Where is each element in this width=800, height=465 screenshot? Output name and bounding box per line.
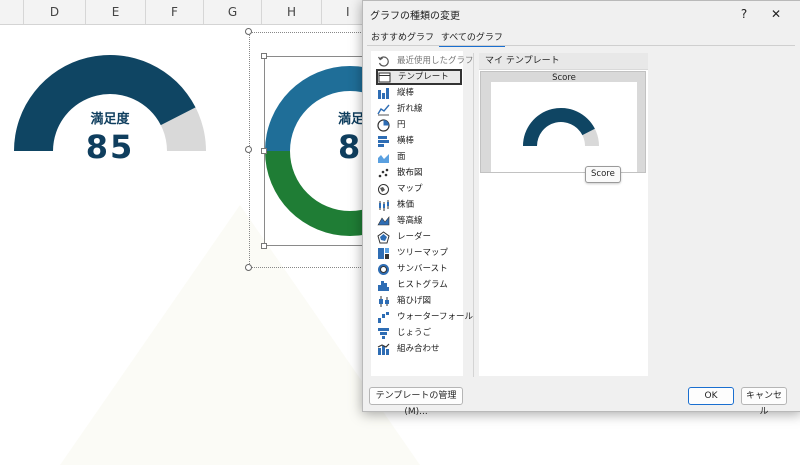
column-chart-icon <box>378 88 389 99</box>
template-tile-score[interactable]: Score <box>480 71 646 173</box>
corner-cell[interactable] <box>0 0 24 24</box>
funnel-chart-icon <box>378 328 389 339</box>
template-gallery: マイ テンプレート Score Score <box>479 53 648 376</box>
column-header-e[interactable]: E <box>86 0 146 24</box>
manage-templates-button[interactable]: テンプレートの管理(M)... <box>369 387 463 417</box>
chart-type-label: 最近使用したグラフ <box>397 56 474 66</box>
radar-chart-icon <box>377 231 390 244</box>
chart-type-label: ツリーマップ <box>397 248 449 258</box>
chart-type-label: 折れ線 <box>397 104 423 114</box>
chart-type-label: ヒストグラム <box>397 280 448 290</box>
bar-chart-icon <box>378 136 389 147</box>
chart-type-label: 株価 <box>397 200 415 210</box>
chart-type-map[interactable]: マップ <box>375 182 461 197</box>
chart-type-template[interactable]: テンプレート <box>376 69 462 85</box>
column-header-d[interactable]: D <box>24 0 86 24</box>
cancel-button[interactable]: キャンセル <box>741 387 787 417</box>
resize-handle-bottom-left[interactable] <box>245 264 252 271</box>
waterfall-chart-icon <box>378 312 389 323</box>
column-header-f[interactable]: F <box>146 0 204 24</box>
chart-type-label: ウォーターフォール <box>397 312 473 322</box>
help-button[interactable]: ? <box>735 5 753 23</box>
chart-type-label: 組み合わせ <box>397 344 440 354</box>
pie-chart-icon <box>377 119 390 132</box>
map-chart-icon <box>378 184 389 195</box>
chart-type-surface[interactable]: 等高線 <box>375 214 461 229</box>
chart-type-label: レーダー <box>397 232 432 242</box>
chart-type-area[interactable]: 面 <box>375 150 461 165</box>
stock-chart-icon <box>379 200 389 211</box>
chart-type-label: サンバースト <box>397 264 448 274</box>
sunburst-chart-icon <box>378 264 389 275</box>
line-chart-icon <box>377 104 390 116</box>
histogram-chart-icon <box>378 281 389 291</box>
recent-icon <box>377 56 389 67</box>
chart-type-label: マップ <box>397 184 423 194</box>
preview-gauge-fill <box>523 108 595 146</box>
chart-type-scatter[interactable]: 散布図 <box>375 166 461 181</box>
chart-type-bar[interactable]: 横棒 <box>375 134 461 149</box>
tab-divider <box>367 45 795 46</box>
chart-type-funnel[interactable]: じょうご <box>375 326 461 341</box>
template-preview-title: Score <box>552 73 576 83</box>
chart-type-boxwhisker[interactable]: 箱ひげ図 <box>375 294 461 309</box>
chart-type-label: 縦棒 <box>397 88 415 98</box>
surface-chart-icon <box>377 216 390 226</box>
template-tooltip: Score <box>585 166 621 183</box>
chart-type-label: 等高線 <box>397 216 423 226</box>
chart-type-column[interactable]: 縦棒 <box>375 86 461 101</box>
template-gauge-preview <box>523 108 599 146</box>
chart-type-label: じょうご <box>397 328 432 338</box>
gauge-value: 85 <box>85 128 135 166</box>
plot-handle-bottom-left[interactable] <box>261 243 267 249</box>
combo-chart-icon <box>377 343 390 355</box>
chart-type-label: 円 <box>397 120 406 130</box>
plot-handle-left[interactable] <box>261 148 267 154</box>
close-button[interactable]: ✕ <box>767 5 785 23</box>
column-header-g[interactable]: G <box>204 0 262 24</box>
chart-type-histogram[interactable]: ヒストグラム <box>375 278 461 293</box>
dialog-title: グラフの種類の変更 <box>370 11 460 22</box>
change-chart-type-dialog: グラフの種類の変更 ? ✕ おすすめグラフ すべてのグラフ 最近使用したグラフ … <box>362 0 800 417</box>
resize-handle-top-left[interactable] <box>245 28 252 35</box>
chart-type-waterfall[interactable]: ウォーターフォール <box>375 310 473 325</box>
chart-type-combo[interactable]: 組み合わせ <box>375 342 461 357</box>
ok-button[interactable]: OK <box>688 387 734 405</box>
chart-type-treemap[interactable]: ツリーマップ <box>375 246 461 261</box>
chart-type-label: 面 <box>397 152 406 162</box>
dialog-titlebar[interactable]: グラフの種類の変更 ? ✕ <box>363 1 800 27</box>
chart-type-sunburst[interactable]: サンバースト <box>375 262 461 277</box>
my-templates-header: マイ テンプレート <box>479 53 648 70</box>
tab-recommended-charts[interactable]: おすすめグラフ <box>369 31 436 45</box>
chart-type-line[interactable]: 折れ線 <box>375 102 461 117</box>
plot-handle-top-left[interactable] <box>261 53 267 59</box>
chart-type-label: 散布図 <box>397 168 423 178</box>
dialog-tabs: おすすめグラフ すべてのグラフ <box>369 31 505 47</box>
chart-type-stock[interactable]: 株価 <box>375 198 461 213</box>
pane-divider <box>473 53 474 377</box>
area-chart-icon <box>378 154 389 163</box>
chart-type-list: 最近使用したグラフ テンプレート 縦棒 折れ線 円 横棒 面 散布図 マップ 株… <box>371 51 474 376</box>
template-folder-icon <box>378 72 391 83</box>
chart-type-label: テンプレート <box>398 72 449 82</box>
chart-type-recent[interactable]: 最近使用したグラフ <box>375 54 474 69</box>
chart-type-pie[interactable]: 円 <box>375 118 461 133</box>
gauge-caption: 満足度 <box>90 112 130 127</box>
scatter-chart-icon <box>378 168 389 178</box>
plot-area-selection[interactable] <box>264 56 368 246</box>
chart-type-radar[interactable]: レーダー <box>375 230 461 245</box>
boxwhisker-chart-icon <box>379 296 389 307</box>
column-header-h[interactable]: H <box>262 0 322 24</box>
resize-handle-left[interactable] <box>245 146 252 153</box>
treemap-chart-icon <box>378 248 389 259</box>
chart-type-label: 横棒 <box>397 136 415 146</box>
chart-type-label: 箱ひげ図 <box>397 296 432 306</box>
